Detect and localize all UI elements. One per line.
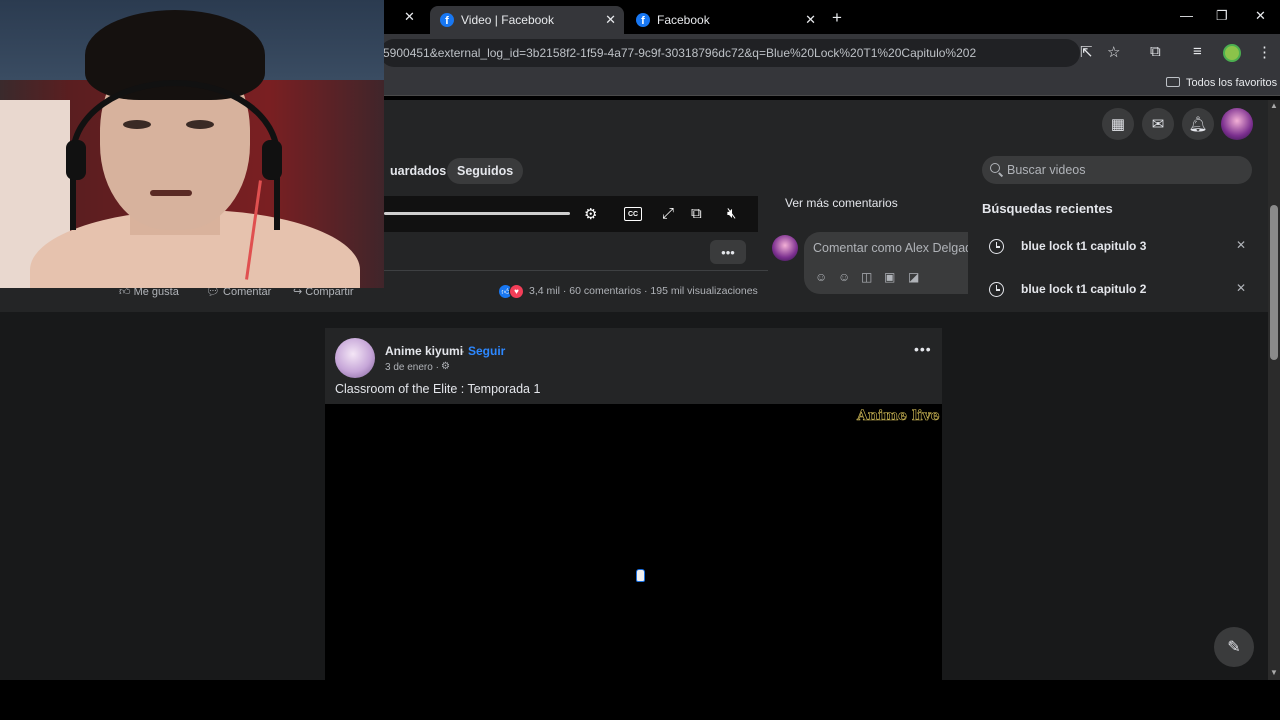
notifications-bell-icon[interactable]: 🔔︎ [1182,108,1214,140]
webcam-headset [70,80,280,230]
messenger-icon[interactable]: ✉ [1142,108,1174,140]
scroll-up-arrow-icon[interactable]: ▲ [1270,101,1278,110]
reactions-summary[interactable]: 👍︎ ♥ [498,284,524,299]
comment-count[interactable]: 60 comentarios [569,285,641,297]
recent-search-item[interactable]: blue lock t1 capitulo 3 ✕ [982,228,1252,264]
mute-volume-icon[interactable]: 🔇︎ [727,205,736,222]
recent-search-item[interactable]: blue lock t1 capitulo 2 ✕ [982,271,1252,307]
recent-search-text[interactable]: blue lock t1 capitulo 3 [1021,239,1146,253]
tab-saved[interactable]: uardados [380,158,456,184]
scrollbar-thumb[interactable] [1270,205,1278,360]
fullscreen-icon[interactable]: ⤢ [662,205,674,222]
love-reaction-icon: ♥ [509,284,524,299]
clock-icon [989,239,1004,254]
all-bookmarks-button[interactable]: Todos los favoritos [1186,77,1277,89]
window-close-icon[interactable]: ✕ [1255,8,1266,24]
video-watermark: Anime live [857,408,940,425]
webcam-headset-earcup [66,140,86,180]
video-more-options-button[interactable]: ••• [710,240,746,264]
webcam-overlay [0,0,384,288]
bookmark-star-icon[interactable]: ☆ [1107,43,1120,61]
folder-icon [1166,77,1180,87]
divider [380,270,768,271]
page-scrollbar[interactable] [1268,100,1280,680]
tab-close-icon[interactable]: ✕ [805,12,816,28]
post-author-avatar[interactable] [335,338,375,378]
video-settings-gear-icon[interactable]: ⚙ [584,205,597,223]
camera-icon[interactable]: ◫ [861,270,872,284]
search-icon [990,163,1000,173]
avatar-sticker-icon[interactable]: ☺ [815,270,827,284]
closed-captions-icon[interactable]: CC [624,207,642,221]
post-separator: · [461,344,465,358]
post-author-name[interactable]: Anime kiyumi [385,344,463,358]
tab-video-facebook[interactable]: f Video | Facebook ✕ [430,6,624,34]
extensions-puzzle-icon[interactable]: ⧉ [1150,43,1161,60]
apps-grid-icon[interactable]: ▦ [1102,108,1134,140]
post-caption: Classroom of the Elite : Temporada 1 [335,382,541,396]
picture-in-picture-icon[interactable]: ⧉ [691,205,702,222]
remove-search-close-icon[interactable]: ✕ [1236,281,1246,295]
sticker-icon[interactable]: ◪ [908,270,919,284]
post-more-options-icon[interactable]: ••• [914,341,932,357]
video-seek-bar[interactable] [384,212,570,215]
minimize-icon[interactable]: — [1180,8,1193,23]
browser-menu-icon[interactable]: ⋮ [1257,43,1272,61]
post-video-player[interactable] [325,404,942,680]
tab-label: Facebook [657,13,710,27]
profile-avatar[interactable] [1221,108,1253,140]
gif-icon[interactable]: ▣ [884,270,895,284]
install-app-icon[interactable]: ⇱ [1080,43,1093,61]
audience-gear-icon: ⚙ [441,361,450,372]
webcam-headset-earcup [262,140,282,180]
recent-search-text[interactable]: blue lock t1 capitulo 2 [1021,282,1146,296]
maximize-icon[interactable]: ❐ [1216,8,1228,24]
post-date[interactable]: 3 de enero · [385,362,439,373]
comment-placeholder[interactable]: Comentar como Alex Delgado [813,241,968,255]
hand-cursor-icon [636,569,645,582]
see-more-comments-link[interactable]: Ver más comentarios [785,196,898,210]
reaction-count[interactable]: 3,4 mil [529,285,560,297]
search-placeholder[interactable]: Buscar videos [1007,163,1086,177]
media-queue-icon[interactable]: ≡ [1193,43,1202,60]
recent-searches-title: Búsquedas recientes [982,201,1113,216]
follow-button[interactable]: Seguir [468,344,505,358]
view-count: 195 mil visualizaciones [650,285,758,297]
commenter-avatar [772,235,798,261]
tab-label: Video | Facebook [461,13,554,27]
tab-close-icon[interactable]: ✕ [605,12,616,28]
video-stats: 3,4 mil · 60 comentarios · 195 mil visua… [529,285,758,297]
compose-message-button[interactable]: ✎ [1214,627,1254,667]
clock-icon [989,282,1004,297]
facebook-favicon-icon: f [636,13,650,27]
browser-profile-avatar[interactable] [1223,44,1241,62]
tab-facebook[interactable]: f Facebook ✕ [626,6,824,34]
tab-following[interactable]: Seguidos [447,158,524,184]
facebook-favicon-icon: f [440,13,454,27]
url-text[interactable]: 5900451&external_log_id=3b2158f2-1f59-4a… [383,46,1073,60]
scroll-down-arrow-icon[interactable]: ▼ [1270,668,1278,677]
remove-search-close-icon[interactable]: ✕ [1236,238,1246,252]
compose-icon: ✎ [1227,639,1241,656]
emoji-icon[interactable]: ☺ [838,270,850,284]
new-tab-plus-icon[interactable]: + [832,8,842,28]
